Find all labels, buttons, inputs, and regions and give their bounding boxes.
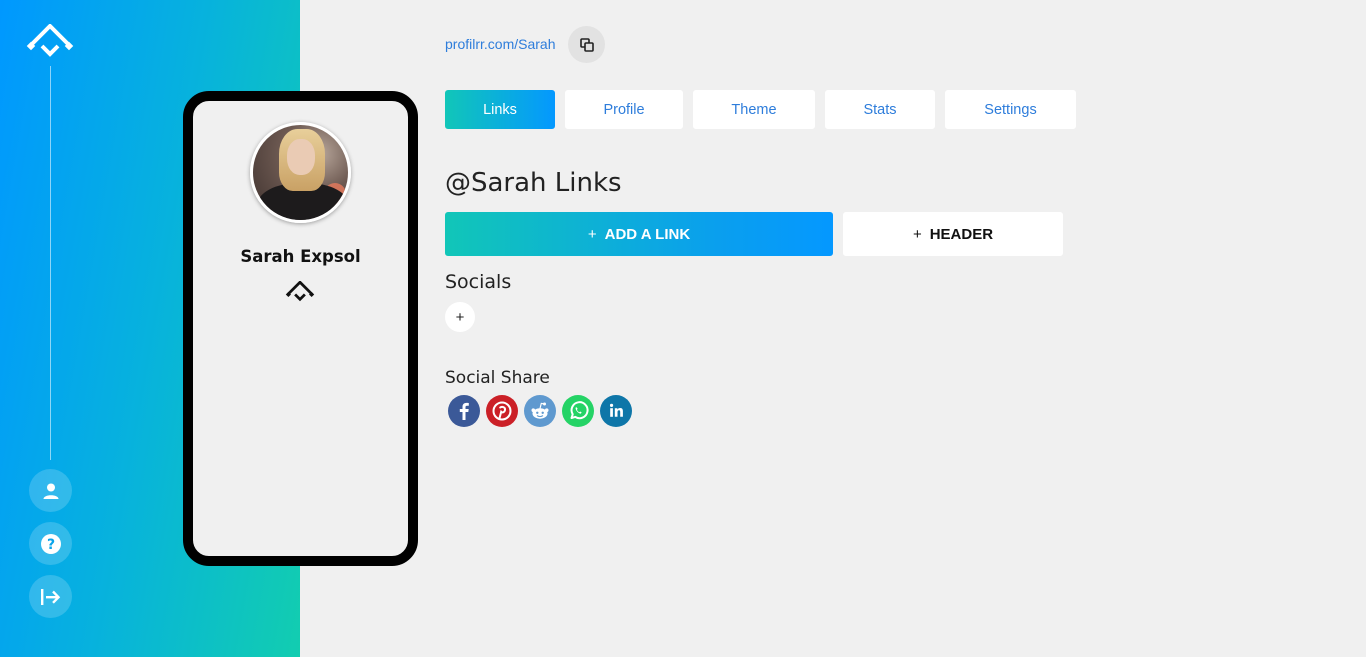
social-share-heading: Social Share [445, 368, 550, 388]
reddit-share-button[interactable] [524, 395, 556, 427]
profilrr-logo-icon [285, 280, 315, 303]
add-link-button[interactable]: + ADD A LINK [445, 212, 833, 256]
account-button[interactable] [29, 469, 72, 512]
reddit-icon [531, 402, 549, 419]
logout-button[interactable] [29, 575, 72, 618]
copy-icon [579, 37, 594, 52]
plus-icon: + [587, 225, 597, 243]
pinterest-icon [492, 401, 512, 421]
whatsapp-icon [570, 401, 589, 420]
tab-links[interactable]: Links [445, 90, 555, 129]
svg-text:?: ? [46, 537, 54, 553]
tab-theme[interactable]: Theme [693, 90, 815, 129]
profile-preview-phone: Sarah Expsol [183, 91, 418, 566]
facebook-icon [459, 402, 469, 420]
plus-icon: + [912, 225, 922, 243]
question-icon: ? [40, 533, 61, 554]
add-header-label: HEADER [929, 225, 994, 243]
tab-settings[interactable]: Settings [945, 90, 1076, 129]
user-icon [43, 483, 58, 499]
avatar [250, 122, 351, 223]
preview-profile-name: Sarah Expsol [240, 247, 361, 266]
add-social-button[interactable]: + [445, 302, 475, 332]
linkedin-icon [609, 403, 623, 417]
linkedin-share-button[interactable] [600, 395, 632, 427]
socials-heading: Socials [445, 271, 512, 293]
pinterest-share-button[interactable] [486, 395, 518, 427]
copy-url-button[interactable] [568, 26, 605, 63]
add-header-button[interactable]: + HEADER [843, 212, 1063, 256]
facebook-share-button[interactable] [448, 395, 480, 427]
sidebar-divider [50, 66, 51, 460]
profilrr-logo-icon[interactable] [26, 23, 74, 60]
tab-profile[interactable]: Profile [565, 90, 683, 129]
page-title: @Sarah Links [445, 168, 622, 198]
help-button[interactable]: ? [29, 522, 72, 565]
whatsapp-share-button[interactable] [562, 395, 594, 427]
add-link-label: ADD A LINK [604, 225, 691, 243]
profile-url-link[interactable]: profilrr.com/Sarah [445, 36, 555, 52]
tab-stats[interactable]: Stats [825, 90, 935, 129]
logout-arrow-icon [40, 588, 60, 605]
